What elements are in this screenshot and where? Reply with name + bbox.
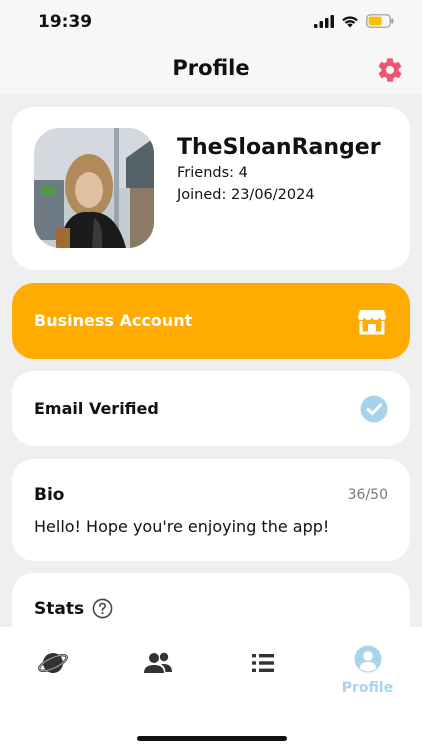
bio-title: Bio — [34, 485, 65, 505]
joined-date: Joined: 23/06/2024 — [177, 187, 315, 203]
stats-title: Stats — [34, 599, 85, 619]
bio-char-count: 36/50 — [347, 487, 388, 503]
status-icons — [314, 14, 394, 28]
user-circle-icon — [354, 645, 381, 673]
business-account-button[interactable]: Business Account — [12, 283, 410, 359]
users-icon — [143, 652, 172, 673]
nav-header: Profile — [0, 46, 422, 94]
bio-text: Hello! Hope you're enjoying the app! — [34, 517, 330, 536]
tab-friends[interactable] — [105, 627, 210, 707]
status-time: 19:39 — [38, 12, 93, 32]
check-circle-icon — [360, 395, 388, 423]
gear-icon[interactable] — [376, 56, 404, 84]
store-icon — [358, 310, 386, 335]
friends-count: Friends: 4 — [177, 165, 248, 181]
email-verified-card: Email Verified — [12, 371, 410, 446]
page-title: Profile — [172, 56, 250, 80]
tab-bar: Profile — [0, 627, 422, 750]
tab-profile-label: Profile — [341, 680, 394, 696]
signal-icon — [314, 14, 334, 28]
list-icon — [251, 654, 274, 672]
bio-card[interactable]: Bio 36/50 Hello! Hope you're enjoying th… — [12, 459, 410, 561]
wifi-icon — [342, 15, 358, 27]
avatar[interactable] — [34, 128, 154, 248]
username: TheSloanRanger — [177, 135, 381, 160]
tab-profile[interactable]: Profile — [315, 627, 420, 707]
tab-list[interactable] — [210, 627, 315, 707]
email-verified-label: Email Verified — [34, 399, 159, 418]
tab-explore[interactable] — [0, 627, 105, 707]
profile-card: TheSloanRanger Friends: 4 Joined: 23/06/… — [12, 107, 410, 270]
planet-icon — [37, 653, 68, 673]
avatar-photo — [34, 128, 154, 248]
status-bar: 19:39 — [0, 0, 422, 46]
help-circle-icon[interactable] — [92, 598, 113, 619]
home-indicator — [137, 736, 287, 741]
business-account-label: Business Account — [34, 311, 193, 330]
battery-icon — [366, 14, 394, 28]
